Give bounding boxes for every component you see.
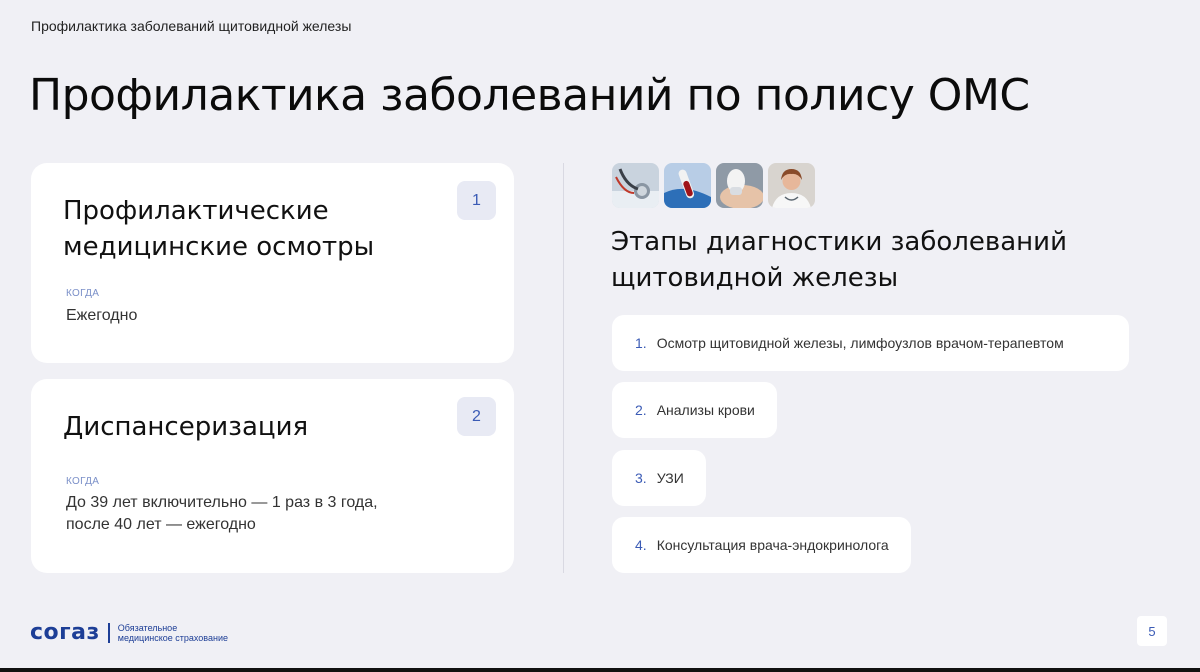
ultrasound-photo (716, 163, 763, 208)
when-value-line: До 39 лет включительно — 1 раз в 3 года, (66, 494, 378, 511)
section-title: Профилактика заболеваний щитовидной желе… (31, 18, 352, 34)
stage-label: Осмотр щитовидной железы, лимфоузлов вра… (656, 335, 1064, 351)
stages-title: Этапы диагностики заболеваний щитовидной… (611, 224, 1131, 296)
stage-item: 2. Анализы крови (612, 382, 777, 438)
card-number-badge: 1 (457, 181, 496, 220)
stage-number: 1. (635, 335, 647, 351)
stage-number: 2. (635, 402, 647, 418)
stage-label: Консультация врача-эндокринолога (656, 537, 889, 553)
logo-subtitle-line: медицинское страхование (117, 632, 228, 643)
stage-number: 3. (635, 470, 647, 486)
logo-wordmark: согаз (30, 620, 100, 645)
doctor-photo (768, 163, 815, 208)
bottom-border (0, 668, 1200, 672)
page-title: Профилактика заболеваний по полису ОМС (29, 70, 1030, 121)
stage-item: 3. УЗИ (612, 450, 706, 506)
logo-subtitle-line: Обязательное (117, 622, 178, 633)
card-title: Профилактические медицинские осмотры (63, 193, 374, 265)
stage-label: УЗИ (656, 470, 684, 486)
photo-strip (612, 163, 815, 208)
sogaz-logo: согаз Обязательное медицинское страхован… (30, 620, 278, 645)
stage-number: 4. (635, 537, 647, 553)
checkup-card: Профилактические медицинские осмотры 1 к… (31, 163, 514, 363)
when-value-line: после 40 лет — ежегодно (66, 516, 256, 533)
stage-label: Анализы крови (656, 402, 755, 418)
dispensary-card: Диспансеризация 2 когда До 39 лет включи… (31, 379, 514, 573)
blood-test-photo (664, 163, 711, 208)
when-value: Ежегодно (66, 307, 138, 324)
stage-item: 4. Консультация врача-эндокринолога (612, 517, 911, 573)
card-title: Диспансеризация (63, 412, 309, 442)
stages-title-line: Этапы диагностики заболеваний (611, 227, 1067, 257)
page-number: 5 (1137, 616, 1167, 646)
stethoscope-photo (612, 163, 659, 208)
logo-subtitle: Обязательное медицинское страхование (118, 623, 278, 643)
card-title-line: медицинские осмотры (63, 232, 375, 262)
card-title-line: Профилактические (63, 196, 329, 226)
when-label: когда (66, 288, 100, 299)
when-label: когда (66, 476, 100, 487)
stage-item: 1. Осмотр щитовидной железы, лимфоузлов … (612, 315, 1129, 371)
when-value: До 39 лет включительно — 1 раз в 3 года,… (66, 492, 446, 536)
card-number-badge: 2 (457, 397, 496, 436)
column-divider (563, 163, 564, 573)
logo-separator (107, 622, 110, 643)
stages-title-line: щитовидной железы (611, 263, 899, 293)
